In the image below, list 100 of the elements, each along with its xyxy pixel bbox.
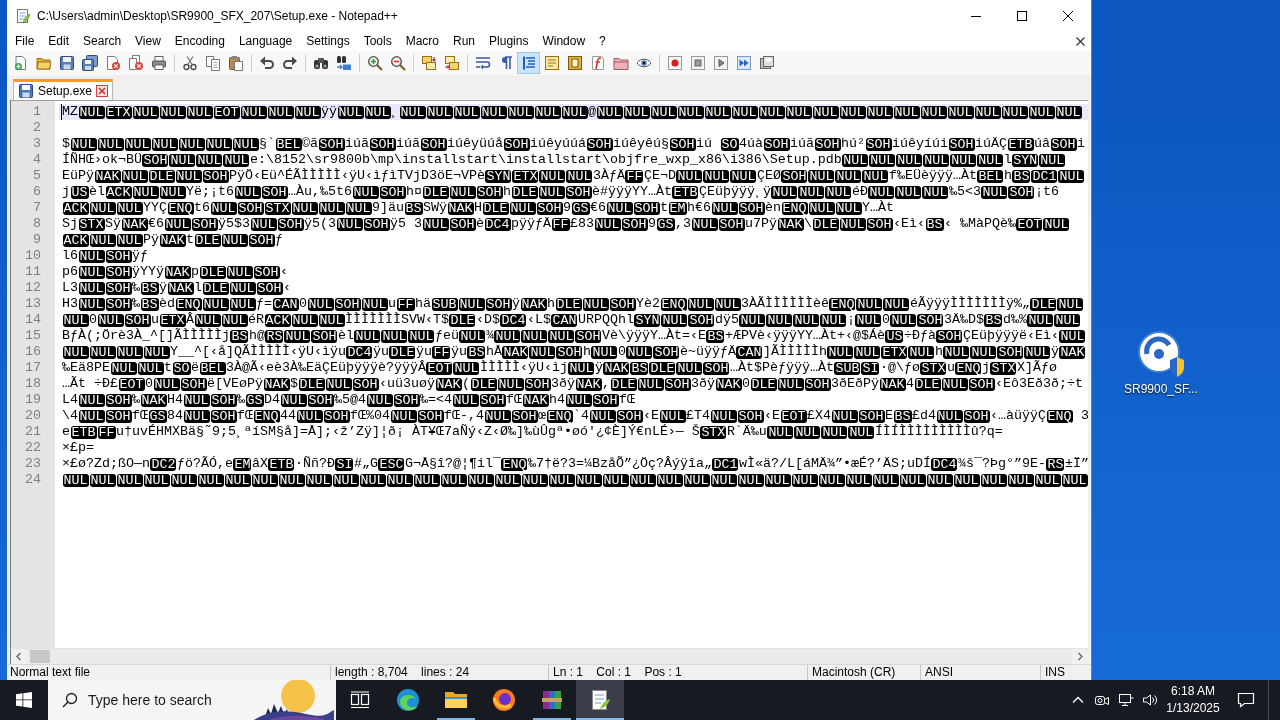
control-char-badge: DLE	[914, 377, 941, 391]
menu-item[interactable]: ?	[592, 31, 613, 51]
menu-item[interactable]: View	[128, 31, 168, 51]
control-char-badge: NUL	[143, 473, 170, 487]
editor-text: ‰7†ë?3=¼BzåÕ”¿Öç?Âýÿîa„	[527, 456, 712, 472]
start-icon[interactable]	[16, 692, 32, 708]
editor-text: l	[1003, 152, 1012, 168]
editor-text: ‰	[132, 280, 140, 296]
editor-text: $	[62, 136, 70, 152]
control-char-badge: SOH	[703, 361, 730, 375]
control-char-badge: SOH	[334, 297, 361, 311]
control-char-badge: NUL	[224, 473, 251, 487]
editor-text: 9	[563, 200, 571, 216]
menu-item[interactable]: Run	[446, 31, 483, 51]
control-char-badge: NUL	[151, 137, 178, 151]
editor-text: H	[474, 200, 482, 216]
line-number: 10	[24, 248, 42, 264]
menu-item[interactable]: Language	[231, 31, 300, 51]
menu-item[interactable]: Window	[535, 31, 593, 51]
menu-item[interactable]: Edit	[41, 31, 77, 51]
editor-text: L4	[62, 392, 78, 408]
editor-text: @	[588, 104, 596, 120]
control-char-badge: NUL	[594, 217, 621, 231]
close-icon[interactable]	[1063, 10, 1073, 21]
control-char-badge: NUL	[974, 105, 1001, 119]
control-char-badge: DC4	[484, 217, 511, 231]
close-icon[interactable]	[1076, 36, 1085, 46]
control-char-badge: NUL	[459, 329, 486, 343]
control-char-badge: ENQ	[546, 409, 573, 423]
control-char-badge: SOH	[420, 137, 447, 151]
menu-item[interactable]: Macro	[398, 31, 446, 51]
control-char-badge: NUL	[78, 409, 105, 423]
swirl-icon[interactable]	[396, 688, 420, 712]
menu-item[interactable]: Search	[76, 31, 129, 51]
control-char-badge: SOH	[738, 201, 765, 215]
editor-text: ÇE¬D	[643, 168, 676, 184]
menu-item[interactable]: Encoding	[167, 31, 232, 51]
line-number: 4	[32, 152, 42, 168]
taskbar-app-button[interactable]	[576, 680, 624, 720]
editor-text: u	[151, 312, 159, 328]
control-char-badge: NUL	[78, 393, 105, 407]
maximize-icon[interactable]	[1017, 10, 1027, 21]
control-char-badge: SOH	[781, 169, 808, 183]
control-char-badge: NAK	[447, 201, 474, 215]
control-char-badge: SOH	[1050, 137, 1077, 151]
control-char-badge: NUL	[337, 105, 364, 119]
control-char-badge: SOH	[202, 169, 229, 183]
control-char-badge: NUL	[294, 105, 321, 119]
control-char-badge: NUL	[677, 105, 704, 119]
control-char-badge: SOH	[256, 281, 283, 295]
control-char-badge: ETX	[512, 169, 539, 183]
fox-globe-icon[interactable]	[492, 688, 516, 712]
clock-time[interactable]: 6:18 AM	[1171, 683, 1215, 700]
control-char-badge: NUL	[325, 377, 352, 391]
menu-item[interactable]: Settings	[299, 31, 357, 51]
control-char-badge: NUL	[143, 345, 170, 359]
editor-text: éR	[248, 312, 264, 328]
menu-item[interactable]: Plugins	[482, 31, 536, 51]
desktop-icon-label[interactable]: SR9900_SF...	[1123, 382, 1198, 396]
scrollbar-thumb[interactable]	[30, 650, 50, 663]
speaker-icon[interactable]	[1142, 692, 1158, 708]
control-char-badge: BS	[467, 345, 486, 359]
editor-text: ]ÃÌÌÌÌÌh	[762, 344, 827, 360]
disc-shield-icon[interactable]	[1137, 330, 1185, 378]
window-title: C:\Users\admin\Desktop\SR9900_SFX_207\Setup.exe - Notepad++	[37, 8, 398, 23]
control-char-badge: NUL	[494, 329, 521, 343]
file-tab[interactable]: Setup.exe	[13, 79, 114, 100]
control-char-badge: SOH	[586, 137, 613, 151]
editor-text: ‰	[237, 392, 245, 408]
task-view-icon[interactable]	[350, 690, 370, 710]
editor-text: ×£ø?Zd;ßO—n	[62, 456, 150, 472]
editor-text: 0	[742, 376, 750, 392]
clock-date[interactable]: 1/13/2025	[1166, 700, 1220, 717]
control-char-badge: NUL	[534, 105, 561, 119]
control-char-badge: NUL	[908, 345, 935, 359]
archive-books-icon[interactable]	[540, 688, 564, 712]
control-char-badge: BS	[140, 281, 159, 295]
control-char-badge: SOH	[866, 217, 893, 231]
editor-text: e:\8152\sr9800b\mp\installstart\installstart\objfre_wxp_x86\i386\Setup.pdb	[250, 152, 842, 168]
control-char-badge: DLE	[199, 265, 226, 279]
control-char-badge: FF	[625, 169, 644, 183]
control-char-badge: NUL	[352, 185, 379, 199]
editor-text: èl	[89, 184, 105, 200]
control-char-badge: NUL	[153, 377, 180, 391]
control-char-badge: NUL	[70, 137, 97, 151]
network-icon[interactable]	[1118, 692, 1134, 708]
menu-item[interactable]: File	[8, 31, 42, 51]
notification-icon[interactable]	[1236, 690, 1256, 710]
control-char-badge: SOH	[524, 377, 551, 391]
control-char-badge: NAK	[167, 281, 194, 295]
control-char-badge: NUL	[767, 425, 794, 439]
editor-text: Sÿ	[105, 216, 121, 232]
control-char-badge: RS	[265, 329, 284, 343]
control-char-badge: SOH	[917, 313, 944, 327]
editor-text: §`	[259, 136, 275, 152]
control-char-badge: NUL	[582, 297, 609, 311]
line-number: 1	[32, 104, 42, 120]
control-char-badge: NUL	[458, 297, 485, 311]
control-char-badge: NUL	[868, 185, 895, 199]
menu-item[interactable]: Tools	[356, 31, 399, 51]
